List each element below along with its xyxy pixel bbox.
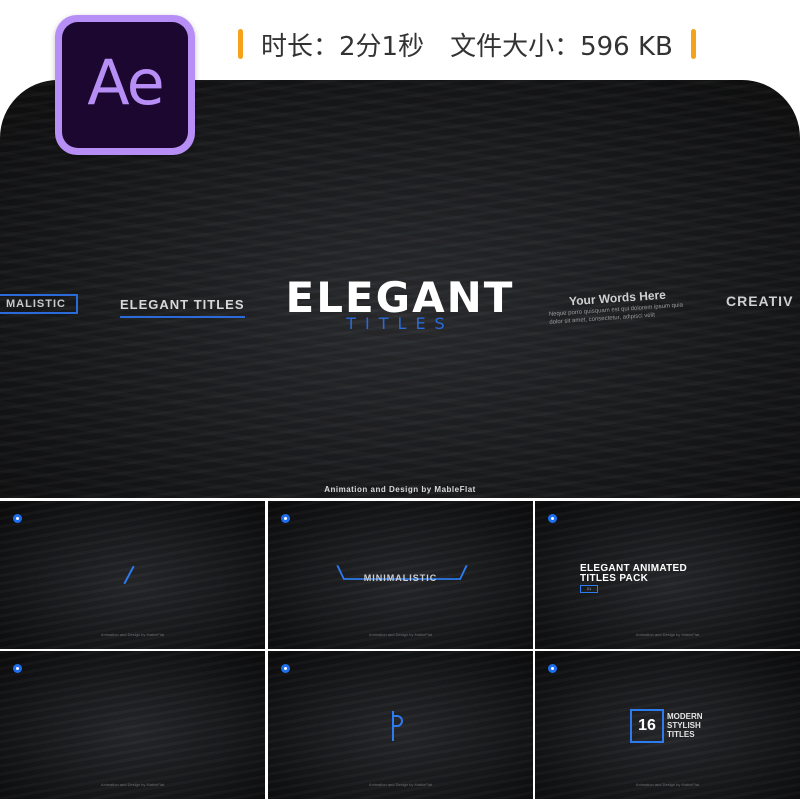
left-marker xyxy=(238,29,243,59)
filesize-text: 文件大小：596 KB xyxy=(450,31,673,62)
thumbnail-4[interactable]: Animation and Design by MableFlat xyxy=(0,651,265,799)
thumbnail-5[interactable]: Animation and Design by MableFlat xyxy=(268,651,533,799)
thumbnail-credit: Animation and Design by MableFlat xyxy=(368,782,433,787)
logo-dot-icon xyxy=(13,514,22,523)
slash-shape xyxy=(123,565,135,585)
pack-title-line2: TITLES PACK xyxy=(580,573,649,584)
thumbnail-label: MINIMALISTIC xyxy=(363,573,438,583)
number-box: 16 xyxy=(630,709,664,743)
thumbnail-1[interactable]: Animation and Design by MableFlat xyxy=(0,501,265,649)
thumbnail-6[interactable]: 16 MODERN STYLISH TITLES Animation and D… xyxy=(535,651,800,799)
ae-logo-text: Ae xyxy=(87,45,164,119)
after-effects-logo-icon: Ae xyxy=(55,15,195,155)
logo-dot-icon xyxy=(548,514,557,523)
duration-text: 时长：2分1秒 xyxy=(261,31,425,62)
stylish-line1: MODERN xyxy=(667,712,703,721)
logo-dot-icon xyxy=(281,514,290,523)
stylish-line2: STYLISH xyxy=(667,721,701,730)
thumbnail-credit: Animation and Design by MableFlat xyxy=(100,782,165,787)
thumbnail-credit: Animation and Design by MableFlat xyxy=(100,632,165,637)
hero-far-right-title: CREATIV xyxy=(726,293,794,309)
thumbnail-credit: Animation and Design by MableFlat xyxy=(635,782,700,787)
pack-badge: 01 xyxy=(580,585,598,593)
letter-p-shape xyxy=(392,711,403,741)
pack-title: ELEGANT ANIMATED TITLES PACK xyxy=(580,564,687,584)
logo-dot-icon xyxy=(548,664,557,673)
thumbnail-credit: Animation and Design by MableFlat xyxy=(368,632,433,637)
stylish-line3: TITLES xyxy=(667,730,695,739)
stylish-titles-text: MODERN STYLISH TITLES xyxy=(667,712,703,739)
logo-dot-icon xyxy=(13,664,22,673)
thumbnail-3[interactable]: ELEGANT ANIMATED TITLES PACK 01 Animatio… xyxy=(535,501,800,649)
file-info: 时长：2分1秒 文件大小：596 KB xyxy=(238,24,696,64)
hero-credit: Animation and Design by MableFlat xyxy=(324,485,476,494)
right-marker xyxy=(690,29,696,59)
logo-dot-icon xyxy=(281,664,290,673)
thumbnail-grid: Animation and Design by MableFlat MINIMA… xyxy=(0,500,800,800)
thumbnail-credit: Animation and Design by MableFlat xyxy=(635,632,700,637)
thumbnail-2[interactable]: MINIMALISTIC Animation and Design by Mab… xyxy=(268,501,533,649)
